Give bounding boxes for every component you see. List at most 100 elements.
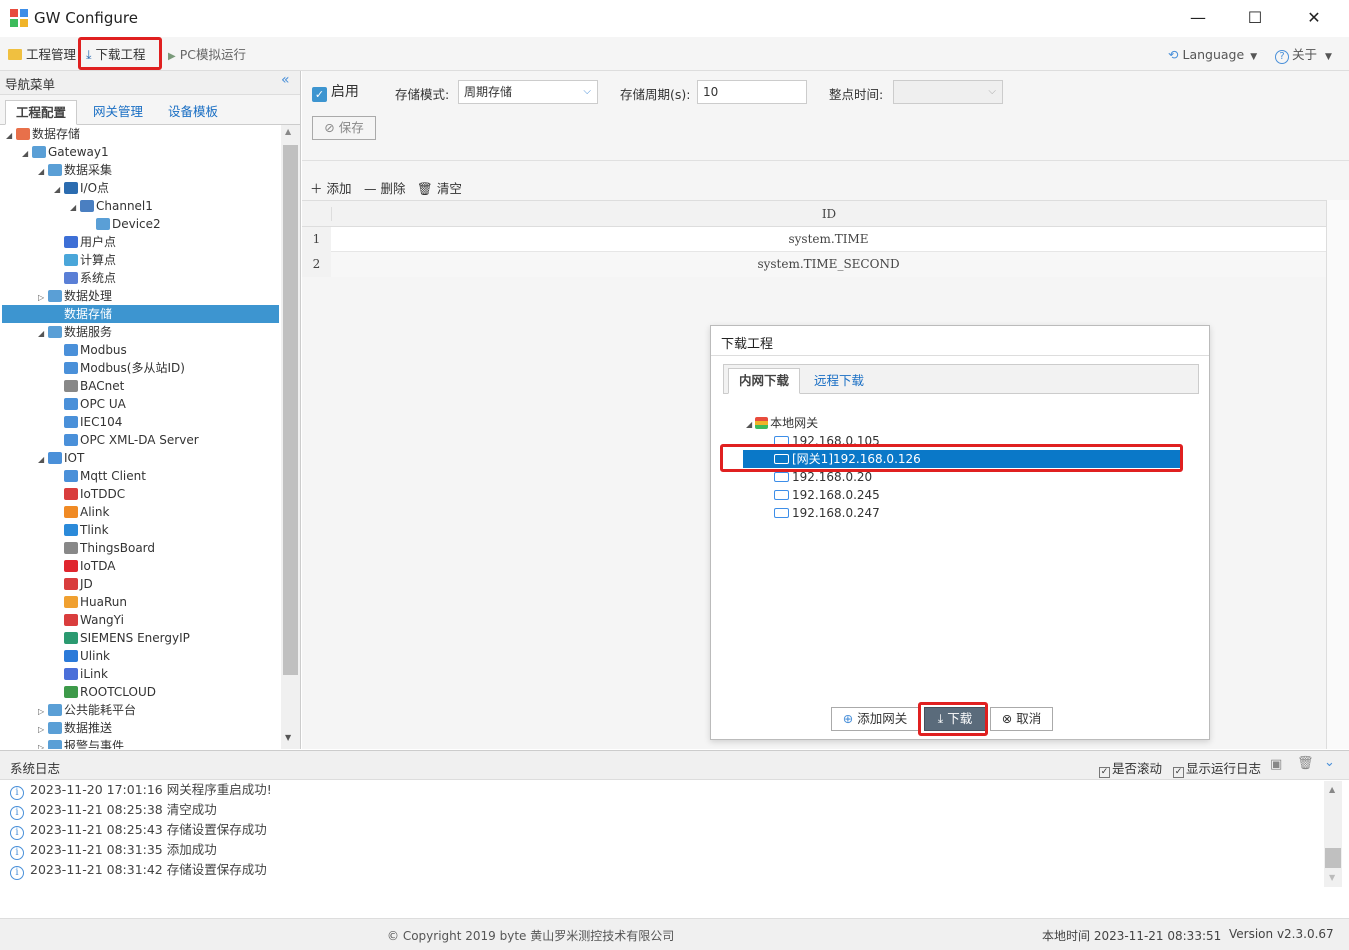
bacnet-icon [64,380,78,392]
tree-node[interactable]: ▷ 报警与事件 [38,737,124,749]
tree-node[interactable]: 数据存储 [38,305,112,323]
tree-node[interactable]: ◢ 数据采集 [38,161,112,179]
tree-node[interactable]: ThingsBoard [54,539,155,557]
push-icon [48,722,62,734]
tree-node[interactable]: IoTDA [54,557,115,575]
show-runtime-log-checkbox[interactable]: ✓ 显示运行日志 [1173,758,1261,778]
maximize-button[interactable]: ☐ [1235,6,1275,30]
scroll-down-icon[interactable]: ▼ [1329,873,1335,882]
scroll-thumb[interactable] [1325,848,1341,868]
tab-remote-download[interactable]: 远程下载 [804,369,874,394]
cancel-button[interactable]: ⊗ 取消 [990,707,1053,731]
save-log-icon[interactable]: ▣ [1270,757,1282,772]
tree-node[interactable]: HuaRun [54,593,127,611]
tab-gateway-mgmt[interactable]: 网关管理 [83,100,153,125]
tree-node[interactable]: Ulink [54,647,110,665]
enable-checkbox[interactable]: ✓ 启用 [312,81,359,102]
tree-node[interactable]: ◢ Channel1 [70,197,153,215]
log-line: i 2023-11-21 08:31:42 存储设置保存成功 [10,861,267,880]
gateway-icon [774,508,789,518]
tree-node[interactable]: Modbus [54,341,127,359]
tree-node[interactable]: IoTDDC [54,485,125,503]
period-input[interactable]: 10 [697,80,807,104]
tree-node[interactable]: Tlink [54,521,109,539]
tree-node[interactable]: BACnet [54,377,124,395]
tree-node[interactable]: ◢ Gateway1 [22,143,109,161]
tree-root-local-gateway[interactable]: ◢ 本地网关 [746,414,818,432]
thingsboard-icon [64,542,78,554]
log-scrollbar[interactable]: ▲ ▼ [1324,781,1342,887]
expand-arrow-icon[interactable]: ◢ [22,145,32,163]
tree-node[interactable]: JD [54,575,93,593]
project-mgmt-menu[interactable]: 工程管理 [8,45,76,65]
tab-device-template[interactable]: 设备模板 [158,100,228,125]
nav-scrollbar[interactable]: ▲ ▼ [281,125,300,749]
gateway-item[interactable]: 192.168.0.245 [774,486,880,504]
tree-node[interactable]: SIEMENS EnergyIP [54,629,190,647]
io-icon [64,182,78,194]
scroll-down-icon[interactable]: ▼ [285,733,291,742]
trash-icon[interactable]: 🗑 [1297,756,1314,771]
language-menu[interactable]: ⟲ Language ▼ [1168,45,1257,65]
mode-select[interactable]: 周期存储 ⌵ [458,80,598,104]
expand-arrow-icon[interactable]: ◢ [38,163,48,181]
iec-icon [64,416,78,428]
tree-node[interactable]: OPC UA [54,395,126,413]
app-logo-icon [10,9,28,27]
tree-node[interactable]: IEC104 [54,413,122,431]
add-gateway-button[interactable]: ⊕ 添加网关 [831,707,919,731]
tree-node[interactable]: 计算点 [54,251,116,269]
copyright-text: © Copyright 2019 byte 黄山罗米测控技术有限公司 [387,929,675,943]
about-menu[interactable]: ? 关于 ▼ [1275,45,1332,65]
tree-node[interactable]: 系统点 [54,269,116,287]
time-select[interactable]: ⌵ [893,80,1003,104]
collapse-down-icon[interactable]: ⌄ [1324,755,1335,770]
add-button[interactable]: ＋添加 [310,178,352,197]
expand-arrow-icon[interactable]: ◢ [38,451,48,469]
help-icon: ? [1275,50,1289,64]
tree-node[interactable]: 用户点 [54,233,116,251]
expand-arrow-icon[interactable]: ◢ [70,199,80,217]
expand-arrow-icon[interactable]: ▷ [38,739,48,749]
tree-node[interactable]: ◢ I/O点 [54,179,109,197]
collapse-icon[interactable]: « [281,72,290,88]
tree-node[interactable]: OPC XML-DA Server [54,431,199,449]
expand-arrow-icon[interactable]: ◢ [38,325,48,343]
save-button[interactable]: ⊘ 保存 [312,116,376,140]
tree-node[interactable]: ▷ 数据处理 [38,287,112,305]
table-row[interactable]: 1 system.TIME [302,227,1326,252]
tree-node[interactable]: Device2 [86,215,161,233]
tab-project-config[interactable]: 工程配置 [5,100,78,125]
scroll-up-icon[interactable]: ▲ [285,127,291,136]
tree-node-label: IOT [64,451,85,465]
tree-node[interactable]: ◢ 数据存储 [6,125,80,143]
tree-node[interactable]: ◢ 数据服务 [38,323,112,341]
tree-node-label: Channel1 [96,199,153,213]
table-row[interactable]: 2 system.TIME_SECOND [302,252,1326,277]
tree-node[interactable]: WangYi [54,611,124,629]
channel-icon [80,200,94,212]
tree-node[interactable]: iLink [54,665,108,683]
tree-node[interactable]: ▷ 公共能耗平台 [38,701,136,719]
expand-arrow-icon[interactable]: ◢ [54,181,64,199]
scroll-thumb[interactable] [283,145,298,675]
delete-button[interactable]: — 删除 [364,178,406,197]
auto-scroll-checkbox[interactable]: ✓ 是否滚动 [1099,758,1162,778]
tree-node[interactable]: Mqtt Client [54,467,146,485]
expand-arrow-icon[interactable]: ◢ [6,127,16,145]
tree-node[interactable]: Modbus(多从站ID) [54,359,185,377]
tree-node[interactable]: ROOTCLOUD [54,683,156,701]
minimize-button[interactable]: — [1178,6,1218,30]
pc-simulate-menu[interactable]: ▶ PC模拟运行 [168,45,246,65]
tab-lan-download[interactable]: 内网下载 [728,368,801,394]
tree-node[interactable]: ▷ 数据推送 [38,719,112,737]
iot-icon [48,452,62,464]
tree-node-label: Device2 [112,217,161,231]
dialog-header: 下载工程 [711,326,1209,356]
gateway-item[interactable]: 192.168.0.247 [774,504,880,522]
tree-node[interactable]: ◢ IOT [38,449,84,467]
tree-node[interactable]: Alink [54,503,109,521]
close-button[interactable]: ✕ [1294,6,1334,30]
clear-button[interactable]: 🗑 清空 [417,178,462,197]
scroll-up-icon[interactable]: ▲ [1329,785,1335,794]
